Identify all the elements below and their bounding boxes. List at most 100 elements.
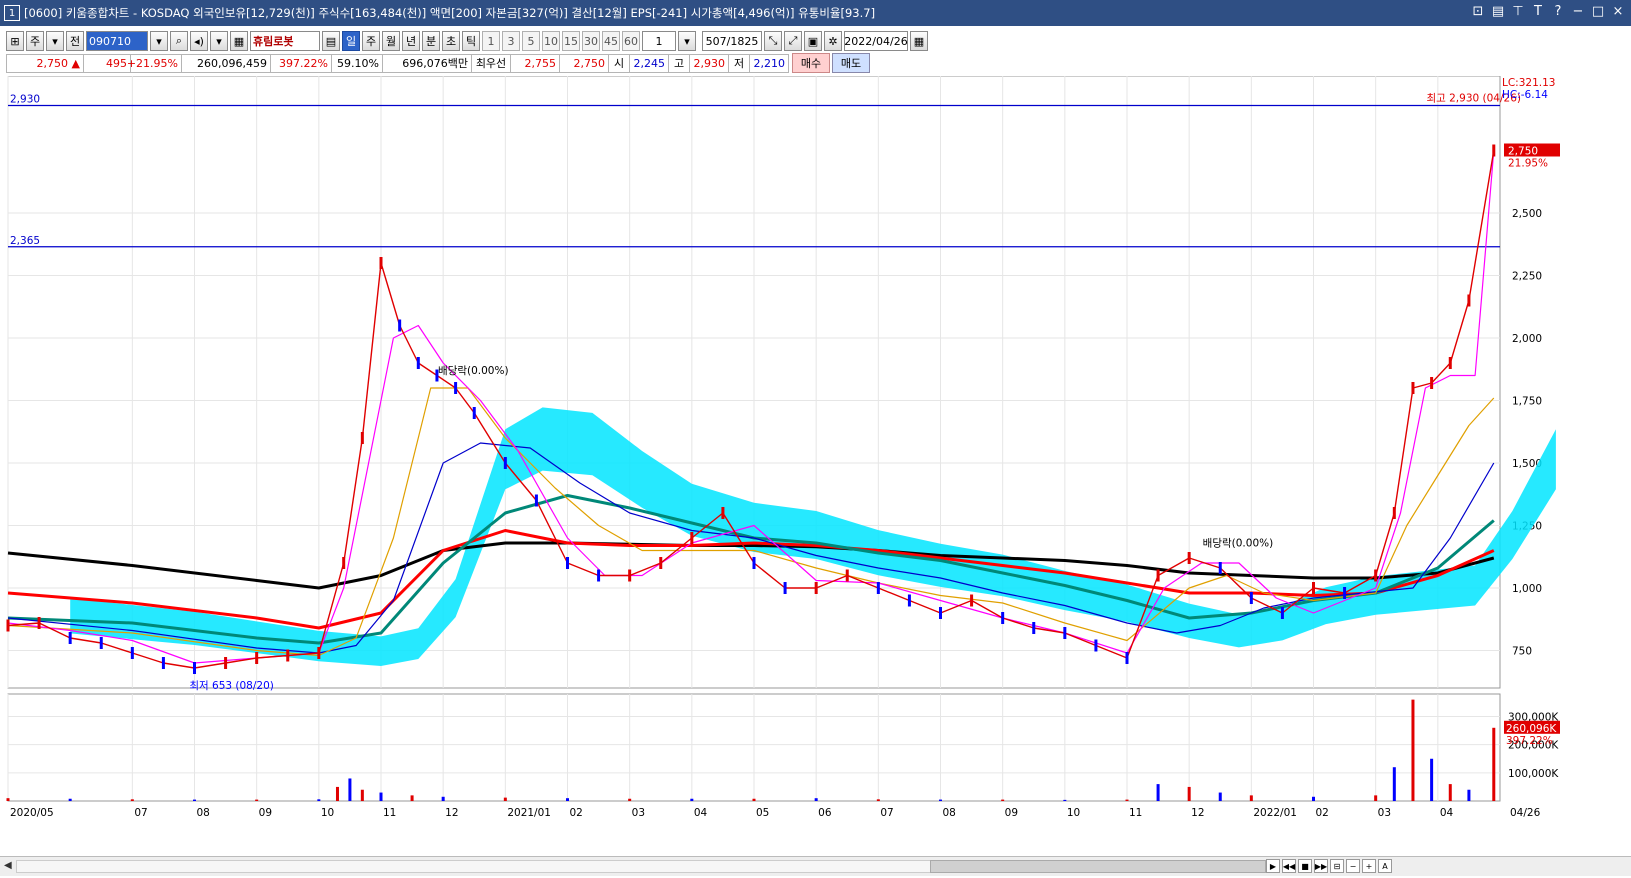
candle-mark[interactable] — [1187, 552, 1191, 564]
candle-mark[interactable] — [783, 582, 787, 594]
zoom-range-icon[interactable]: ⊟ — [1330, 859, 1344, 873]
sell-button[interactable]: 매도 — [832, 53, 870, 73]
stop-icon[interactable]: ■ — [1298, 859, 1312, 873]
volume-bar[interactable] — [1125, 799, 1129, 801]
volume-bar[interactable] — [1001, 799, 1005, 801]
volume-bar[interactable] — [876, 799, 880, 801]
interval-num-3[interactable]: 3 — [502, 31, 520, 51]
interval-num-10[interactable]: 10 — [542, 31, 560, 51]
volume-bar[interactable] — [410, 795, 414, 801]
candle-mark[interactable] — [659, 557, 663, 569]
candle-mark[interactable] — [68, 632, 72, 644]
interval-week[interactable]: 주 — [362, 31, 380, 51]
range-field[interactable]: 507/1825 — [702, 31, 762, 51]
period-dropdown-icon[interactable]: ▾ — [46, 31, 64, 51]
candle-mark[interactable] — [342, 557, 346, 569]
calendar-icon[interactable]: ▦ — [910, 31, 928, 51]
zoom-out-icon[interactable]: ⤢ — [784, 31, 802, 51]
interval-day[interactable]: 일 — [342, 31, 360, 51]
pin-icon[interactable]: ⊤ — [1511, 4, 1525, 19]
maximize-icon[interactable]: □ — [1591, 4, 1605, 19]
sound-icon[interactable]: ◂) — [190, 31, 208, 51]
candle-mark[interactable] — [752, 557, 756, 569]
volume-bar[interactable] — [441, 796, 445, 801]
volume-bar[interactable] — [1411, 699, 1415, 801]
buy-button[interactable]: 매수 — [792, 53, 830, 73]
volume-bar[interactable] — [1392, 767, 1396, 801]
scroll-start-icon[interactable]: ◀◀ — [1282, 859, 1296, 873]
candle-mark[interactable] — [814, 582, 818, 594]
candle-mark[interactable] — [1492, 144, 1496, 157]
count-dropdown-icon[interactable]: ▾ — [678, 31, 696, 51]
interval-month[interactable]: 월 — [382, 31, 400, 51]
volume-bar[interactable] — [1218, 792, 1222, 801]
volume-bar[interactable] — [348, 778, 352, 801]
candle-mark[interactable] — [845, 569, 849, 582]
interval-num-1[interactable]: 1 — [482, 31, 500, 51]
candle-mark[interactable] — [970, 594, 974, 607]
interval-num-45[interactable]: 45 — [602, 31, 620, 51]
volume-bar[interactable] — [130, 799, 134, 801]
candle-mark[interactable] — [1218, 562, 1222, 574]
candle-mark[interactable] — [503, 457, 507, 469]
volume-bar[interactable] — [566, 798, 569, 801]
interval-num-30[interactable]: 30 — [582, 31, 600, 51]
chart-scrollbar[interactable]: ◀ ▶ ◀◀ ■ ▶▶ ⊟ − + A — [0, 856, 1631, 876]
candle-mark[interactable] — [224, 657, 228, 669]
volume-bar[interactable] — [1448, 784, 1452, 801]
candle-mark[interactable] — [1343, 587, 1347, 599]
candle-mark[interactable] — [360, 432, 364, 444]
volume-bar[interactable] — [6, 798, 10, 801]
candle-mark[interactable] — [255, 652, 259, 664]
candle-mark[interactable] — [99, 637, 103, 649]
interval-minute[interactable]: 분 — [422, 31, 440, 51]
zoom-in-icon[interactable]: ⤡ — [764, 31, 782, 51]
candle-mark[interactable] — [130, 647, 134, 659]
period-selector[interactable]: 주 — [26, 31, 44, 51]
disk-icon[interactable]: ▣ — [804, 31, 822, 51]
candle-mark[interactable] — [1156, 569, 1160, 582]
volume-bar[interactable] — [628, 798, 632, 801]
menu-dropdown-icon[interactable]: ▾ — [210, 31, 228, 51]
volume-bar[interactable] — [255, 799, 259, 801]
candle-mark[interactable] — [37, 617, 41, 629]
interval-year[interactable]: 년 — [402, 31, 420, 51]
candle-mark[interactable] — [379, 257, 383, 269]
candle-mark[interactable] — [721, 507, 725, 519]
candle-mark[interactable] — [398, 319, 402, 332]
candle-mark[interactable] — [286, 649, 290, 662]
volume-bar[interactable] — [1187, 786, 1191, 801]
volume-bar[interactable] — [68, 798, 72, 801]
candle-mark[interactable] — [1430, 377, 1434, 389]
stock-group-icon[interactable]: ▦ — [230, 31, 248, 51]
layout-icon[interactable]: ⊡ — [1471, 4, 1485, 19]
volume-bar[interactable] — [1492, 727, 1496, 801]
candle-mark[interactable] — [566, 557, 569, 569]
candle-mark[interactable] — [628, 569, 632, 582]
prev-button[interactable]: 전 — [66, 31, 84, 51]
volume-bar[interactable] — [1249, 795, 1253, 801]
candle-mark[interactable] — [597, 569, 601, 582]
zoom-plus-icon[interactable]: + — [1362, 859, 1376, 873]
volume-bar[interactable] — [335, 786, 339, 801]
candle-mark[interactable] — [161, 657, 165, 669]
close-icon[interactable]: × — [1611, 4, 1625, 19]
volume-bar[interactable] — [1467, 789, 1471, 801]
candle-mark[interactable] — [454, 382, 458, 394]
gear-icon[interactable]: ✲ — [824, 31, 842, 51]
candle-mark[interactable] — [1280, 607, 1284, 619]
stock-name-field[interactable]: 휴림로봇 — [250, 31, 320, 51]
candle-mark[interactable] — [1032, 622, 1036, 634]
interval-num-5[interactable]: 5 — [522, 31, 540, 51]
interval-second[interactable]: 초 — [442, 31, 460, 51]
minimize-icon[interactable]: − — [1571, 4, 1585, 19]
count-input[interactable]: 1 — [642, 31, 676, 51]
candle-mark[interactable] — [1094, 639, 1098, 652]
volume-bar[interactable] — [503, 797, 507, 801]
date-input[interactable]: 2022/04/26 — [844, 31, 908, 51]
candle-mark[interactable] — [472, 407, 476, 419]
volume-bar[interactable] — [939, 799, 942, 801]
candle-mark[interactable] — [1374, 569, 1378, 582]
candle-mark[interactable] — [1392, 507, 1396, 519]
volume-bar[interactable] — [317, 799, 321, 801]
